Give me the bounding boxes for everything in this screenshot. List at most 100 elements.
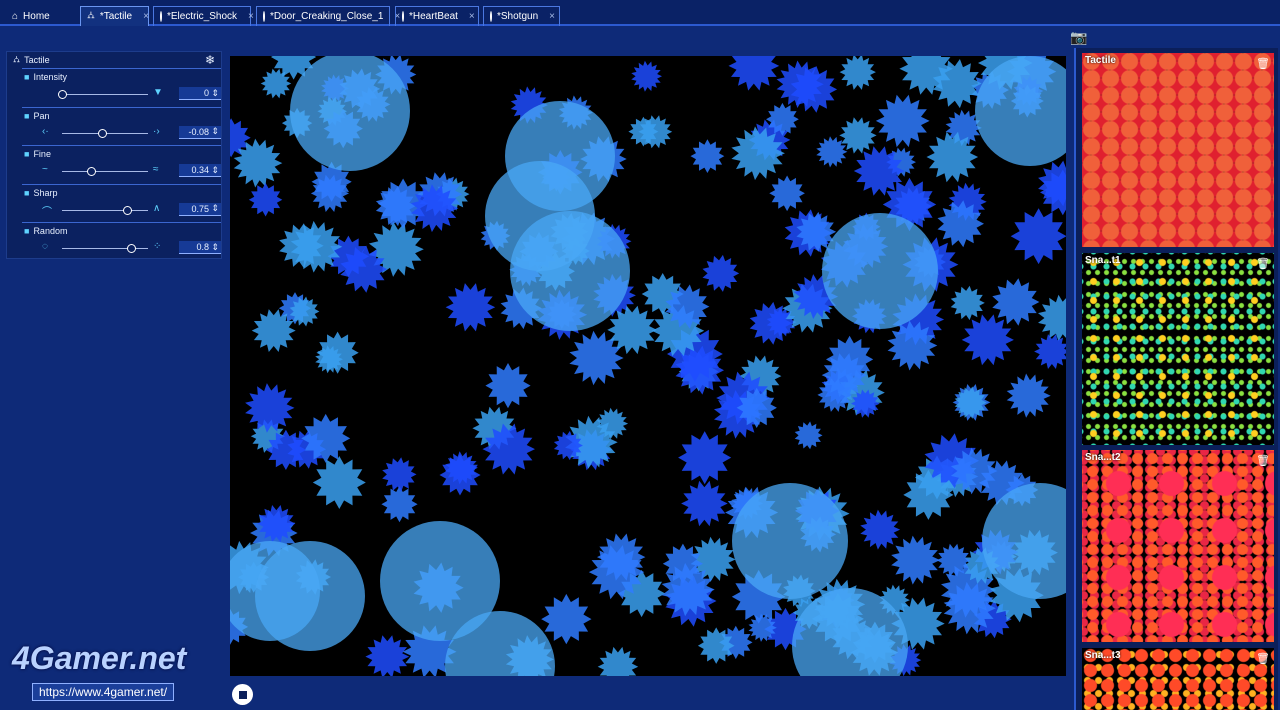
star-shape	[769, 175, 805, 212]
slider-thumb[interactable]	[126, 244, 136, 253]
slider-thumb[interactable]	[122, 205, 132, 215]
star-shape	[875, 94, 930, 148]
param-label: Random	[33, 226, 68, 236]
star-shape	[631, 60, 662, 92]
tab-home[interactable]: ⌂ Home	[6, 6, 56, 26]
home-icon: ⌂	[12, 10, 19, 22]
panel-title: Tactile	[24, 55, 50, 65]
tab-shotgun[interactable]: *Shotgun ×	[483, 6, 560, 26]
star-shape	[839, 54, 876, 90]
random-value-input[interactable]: 0.8	[179, 241, 221, 254]
fine-slider[interactable]	[62, 167, 148, 176]
param-intensity: ■ Intensity ▼ 0	[22, 68, 221, 107]
param-random: ■ Random ◌ ⁘ 0.8	[22, 222, 221, 261]
intensity-slider[interactable]	[58, 90, 148, 99]
haptic-icon	[490, 11, 492, 22]
star-shape	[1034, 334, 1070, 369]
tab-door-creaking[interactable]: *Door_Creaking_Close_1 ×	[256, 6, 400, 26]
star-shape	[485, 363, 531, 409]
star-shape	[445, 283, 496, 332]
random-icon: ■	[24, 226, 30, 236]
circle-shape	[822, 213, 938, 329]
snapshot-item[interactable]: Tactile 🗑	[1082, 53, 1274, 247]
stop-icon	[238, 690, 247, 699]
star-shape	[381, 486, 418, 523]
star-shape	[365, 635, 410, 678]
fine-low-icon: ~	[42, 164, 48, 175]
sharp-value-input[interactable]: 0.75	[179, 202, 221, 216]
slider-thumb[interactable]	[97, 128, 107, 138]
trash-icon[interactable]: 🗑	[1256, 257, 1270, 270]
snapshot-item[interactable]: Sna...t2 🗑	[1082, 450, 1274, 642]
slider-thumb[interactable]	[58, 90, 67, 99]
close-icon[interactable]: ×	[549, 11, 555, 22]
intensity-icon: ■	[24, 72, 30, 82]
star-shape	[702, 254, 740, 292]
close-icon[interactable]: ×	[143, 11, 149, 22]
haptic-icon	[160, 11, 162, 22]
star-shape	[1006, 373, 1051, 418]
close-icon[interactable]: ×	[469, 11, 475, 22]
param-pan: ■ Pan ‹· ·› -0.08	[22, 106, 221, 146]
visualization-canvas[interactable]	[211, 34, 1098, 710]
star-shape	[245, 383, 295, 433]
pan-slider[interactable]	[62, 128, 148, 138]
snapshot-item[interactable]: Sna...t3 🗑	[1082, 648, 1274, 710]
star-shape	[839, 117, 877, 154]
star-shape	[382, 457, 417, 492]
tactile-parameter-panel: ⛼Tactile❄ ■Intensity ▼ 0■Pan ‹· ·› -0.08…	[6, 51, 222, 259]
param-label: Pan	[33, 110, 50, 121]
pan-icon: ■	[24, 110, 30, 121]
pan-value-input[interactable]: -0.08	[179, 125, 221, 139]
random-slider[interactable]	[62, 244, 148, 253]
star-shape	[816, 136, 848, 168]
haptic-icon	[263, 11, 265, 22]
tactile-icon: ⛼	[87, 10, 95, 21]
camera-icon[interactable]: 📷	[1070, 29, 1087, 46]
intensity-high-icon: ▼	[153, 87, 163, 98]
star-shape	[690, 139, 725, 173]
trash-icon[interactable]: 🗑	[1256, 57, 1270, 70]
trash-icon[interactable]: 🗑	[1256, 454, 1270, 467]
star-shape	[728, 41, 780, 91]
snowflake-icon[interactable]: ❄	[205, 53, 215, 67]
trash-icon[interactable]: 🗑	[1256, 652, 1270, 665]
param-fine: ■ Fine ~ ≈ 0.34	[22, 145, 221, 184]
close-icon[interactable]: ×	[248, 11, 254, 22]
intensity-value-input[interactable]: 0	[179, 87, 221, 100]
sharp-slider[interactable]	[62, 205, 148, 215]
haptic-icon	[402, 11, 404, 22]
random-high-icon: ⁘	[153, 241, 162, 252]
star-shape	[1010, 208, 1067, 265]
random-low-icon: ◌	[42, 241, 48, 252]
star-shape	[1038, 294, 1085, 342]
star-shape	[891, 535, 940, 585]
tab-electric-shock[interactable]: *Electric_Shock ×	[153, 6, 254, 26]
slider-thumb[interactable]	[87, 167, 97, 176]
circle-shape	[290, 51, 410, 171]
star-shape	[312, 456, 366, 509]
circle-shape	[982, 483, 1098, 599]
pan-high-icon: ·›	[153, 125, 160, 137]
star-shape	[678, 431, 732, 485]
param-label: Intensity	[33, 72, 67, 82]
fine-value-input[interactable]: 0.34	[179, 164, 221, 177]
sharp-low-icon: ⌒	[42, 206, 52, 218]
star-shape	[681, 480, 728, 527]
visualization-svg	[211, 34, 1098, 710]
stop-button[interactable]	[232, 684, 253, 705]
tab-heartbeat[interactable]: *HeartBeat ×	[395, 6, 479, 26]
star-shape	[541, 593, 592, 645]
star-shape	[794, 421, 823, 450]
circle-shape	[732, 483, 848, 599]
snapshot-item[interactable]: Sna...t1 🗑	[1082, 253, 1274, 445]
watermark-logo: 4Gamer.net	[12, 640, 187, 676]
watermark-url: https://www.4gamer.net/	[32, 683, 175, 701]
param-label: Sharp	[33, 187, 58, 198]
star-shape	[597, 646, 639, 687]
star-shape	[1038, 160, 1084, 207]
star-shape	[950, 285, 985, 321]
star-shape	[860, 509, 901, 550]
tab-tactile[interactable]: ⛼ *Tactile ×	[80, 6, 149, 26]
fine-high-icon: ≈	[153, 164, 159, 175]
